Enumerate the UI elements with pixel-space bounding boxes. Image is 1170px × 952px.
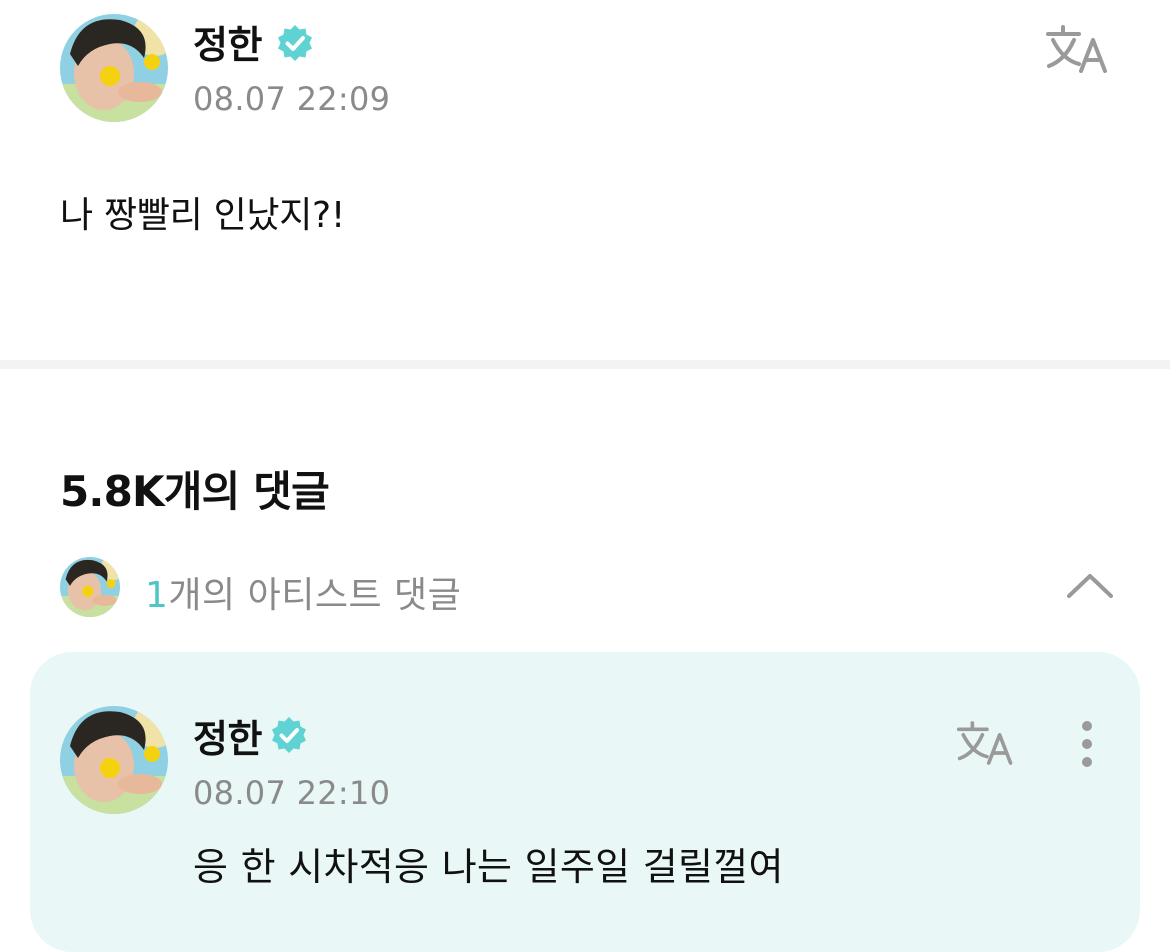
artist-comments-avatar — [60, 557, 120, 617]
comment-author-avatar[interactable] — [60, 706, 168, 814]
post-author-avatar[interactable] — [60, 14, 168, 122]
comment-author-name[interactable]: 정한 — [193, 708, 262, 763]
translate-icon[interactable] — [1045, 24, 1111, 74]
comment-text: 응 한 시차적응 나는 일주일 걸릴껄여 — [193, 845, 784, 889]
more-vertical-icon[interactable] — [1074, 718, 1100, 770]
post-timestamp: 08.07 22:09 — [193, 80, 391, 118]
artist-comments-label: 1개의 아티스트 댓글 — [145, 566, 461, 618]
avatar-image — [60, 14, 168, 122]
comments-count-title: 5.8K개의 댓글 — [60, 467, 330, 516]
verified-badge-icon — [276, 24, 314, 62]
verified-badge-icon — [270, 716, 308, 754]
artist-comments-count: 1 — [145, 575, 169, 616]
artist-comments-text: 개의 아티스트 댓글 — [168, 575, 462, 616]
post-author-name[interactable]: 정한 — [193, 14, 262, 69]
artist-comments-toggle[interactable]: 1개의 아티스트 댓글 — [60, 556, 1120, 620]
section-divider — [0, 360, 1170, 369]
translate-icon[interactable] — [956, 720, 1016, 766]
chevron-up-icon[interactable] — [1066, 572, 1114, 600]
comment-timestamp: 08.07 22:10 — [193, 774, 391, 812]
post-text: 나 짱빨리 인났지?! — [60, 195, 345, 236]
